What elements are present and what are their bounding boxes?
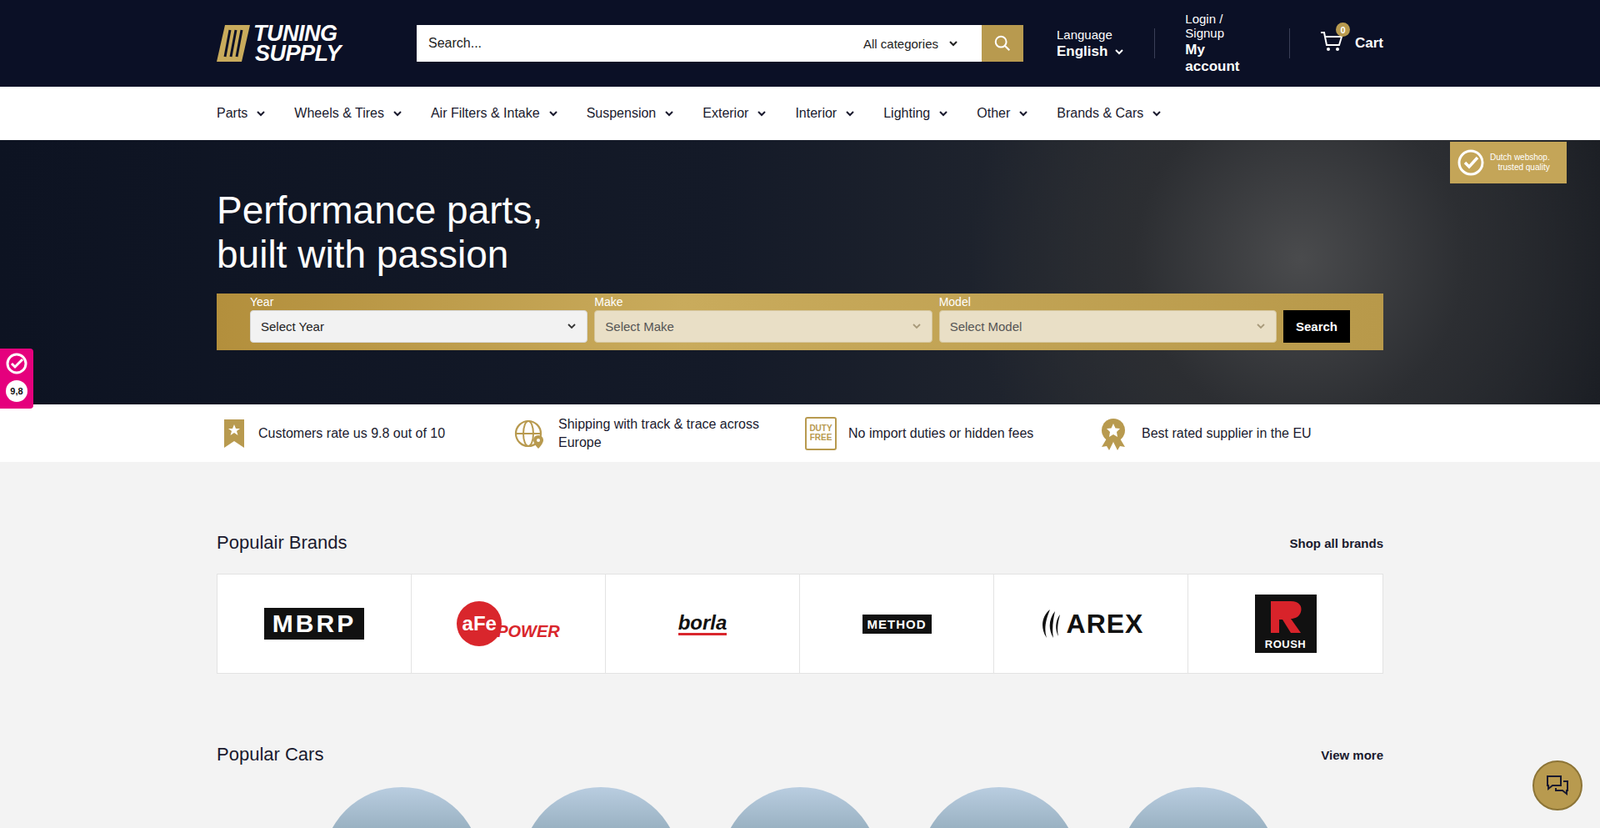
nav-item[interactable]: Air Filters & Intake: [430, 105, 559, 121]
chevron-down-icon: [756, 108, 767, 119]
roush-r-icon: [1262, 597, 1310, 635]
chevron-down-icon: [938, 108, 949, 119]
chevron-down-icon: [948, 38, 959, 49]
finder-field: Model Select Model: [939, 295, 1277, 343]
nav-item[interactable]: Parts: [216, 105, 266, 121]
section-title: Popular Cars: [216, 743, 324, 765]
rating-widget[interactable]: 9,8: [0, 348, 34, 409]
feature-item: Customers rate us 9.8 out of 10: [216, 415, 509, 451]
trust-badge[interactable]: Dutch webshop.trusted quality: [1450, 141, 1567, 184]
view-more-link[interactable]: View more: [1320, 747, 1384, 762]
brand-card[interactable]: ROUSH: [1188, 574, 1383, 673]
nav-item[interactable]: Suspension: [586, 105, 675, 121]
category-select[interactable]: All categories: [850, 25, 982, 62]
chevron-down-icon: [911, 320, 922, 331]
rating-score: 9,8: [5, 380, 28, 402]
field-label: Model: [939, 295, 1277, 309]
chevron-down-icon: [1018, 108, 1029, 119]
hero-title: Performance parts,built with passion: [216, 188, 1384, 277]
chevron-down-icon: [548, 108, 559, 119]
finder-search-button[interactable]: Search: [1283, 310, 1350, 343]
field-label: Year: [250, 295, 588, 309]
check-shield-icon: [1456, 148, 1485, 177]
nav-item[interactable]: Exterior: [702, 105, 767, 121]
chevron-down-icon: [566, 320, 577, 331]
brand-logo: aFePOWER: [456, 600, 560, 646]
chevron-down-icon: [845, 108, 855, 119]
brand-card[interactable]: MBRP: [217, 574, 412, 673]
cart-count-badge: 0: [1335, 22, 1350, 37]
finder-select: Select Make: [594, 310, 932, 343]
brand-logo: borla: [678, 612, 728, 635]
logo-stripes-icon: [216, 25, 250, 62]
nav-item[interactable]: Brands & Cars: [1056, 105, 1162, 121]
vehicle-finder: Year Select Year Make Select Make Model …: [216, 293, 1384, 350]
hero: Performance parts,built with passion Yea…: [0, 140, 1600, 405]
search-input[interactable]: [416, 25, 850, 62]
brand-card[interactable]: borla: [605, 574, 800, 673]
car-photo[interactable]: [1119, 786, 1278, 828]
search-icon: [993, 34, 1012, 53]
finder-field: Year Select Year: [250, 295, 588, 343]
brand-logo: METHOD: [862, 614, 932, 634]
page: TUNING SUPPLY All categories Language En…: [0, 0, 1600, 828]
search-button[interactable]: [981, 25, 1024, 62]
brand-card[interactable]: METHOD: [800, 574, 995, 673]
brand-grid: MBRP aFePOWER borla METHOD AREX ROUSH: [216, 573, 1384, 674]
chat-bubbles-icon: [1545, 773, 1570, 797]
divider: [1289, 28, 1290, 59]
chevron-down-icon: [255, 108, 266, 119]
brand-card[interactable]: aFePOWER: [411, 574, 606, 673]
award-icon: [1096, 416, 1130, 450]
shop-all-brands-link[interactable]: Shop all brands: [1289, 535, 1384, 550]
search-bar: All categories: [416, 25, 1024, 62]
car-photo[interactable]: [521, 786, 680, 828]
leaf-icon: [1038, 607, 1064, 640]
car-photo[interactable]: [920, 786, 1079, 828]
chevron-down-icon: [1151, 108, 1162, 119]
chat-button[interactable]: [1532, 760, 1583, 810]
brands-section: Populair Brands Shop all brands MBRP aFeP…: [0, 461, 1600, 674]
feature-item: Best rated supplier in the EU: [1091, 415, 1384, 451]
divider: [1154, 28, 1155, 59]
finder-field: Make Select Make: [594, 295, 932, 343]
nav-item[interactable]: Other: [976, 105, 1029, 121]
chevron-down-icon: [664, 108, 675, 119]
globe-pin-icon: [513, 416, 547, 450]
finder-select[interactable]: Select Year: [250, 310, 588, 343]
cart-link[interactable]: 0 Cart: [1320, 30, 1384, 56]
rating-logo-icon: [5, 351, 29, 375]
header: TUNING SUPPLY All categories Language En…: [0, 0, 1600, 87]
brand-logo: AREX: [1038, 607, 1145, 640]
brand-logo: MBRP: [264, 607, 365, 640]
duty-free-icon: DUTYFREE: [805, 416, 837, 450]
car-photo[interactable]: [322, 786, 481, 828]
feature-item: Shipping with track & trace across Europ…: [508, 415, 800, 451]
logo-line: SUPPLY: [253, 43, 341, 64]
finder-select: Select Model: [939, 310, 1277, 343]
account-link[interactable]: Login / Signup My account: [1185, 11, 1260, 75]
section-title: Populair Brands: [216, 531, 348, 554]
field-label: Make: [594, 295, 932, 309]
chevron-down-icon: [1114, 46, 1125, 57]
nav-item[interactable]: Interior: [795, 105, 855, 121]
feature-item: DUTYFREE No import duties or hidden fees: [800, 415, 1092, 451]
brand-card[interactable]: AREX: [994, 574, 1189, 673]
logo[interactable]: TUNING SUPPLY: [216, 23, 384, 65]
main-nav: Parts Wheels & Tires Air Filters & Intak…: [0, 86, 1600, 140]
nav-item[interactable]: Wheels & Tires: [294, 105, 403, 121]
ribbon-star-icon: [221, 418, 247, 449]
cars-section: Popular Cars View more: [0, 673, 1600, 828]
chevron-down-icon: [392, 108, 403, 119]
chevron-down-icon: [1255, 320, 1266, 331]
nav-item[interactable]: Lighting: [883, 105, 949, 121]
brand-logo: ROUSH: [1255, 594, 1317, 653]
car-photo[interactable]: [720, 786, 880, 828]
logo-line: TUNING: [253, 23, 341, 44]
language-select[interactable]: Language English: [1056, 27, 1125, 60]
features-bar: Customers rate us 9.8 out of 10 Shipping…: [0, 404, 1600, 462]
